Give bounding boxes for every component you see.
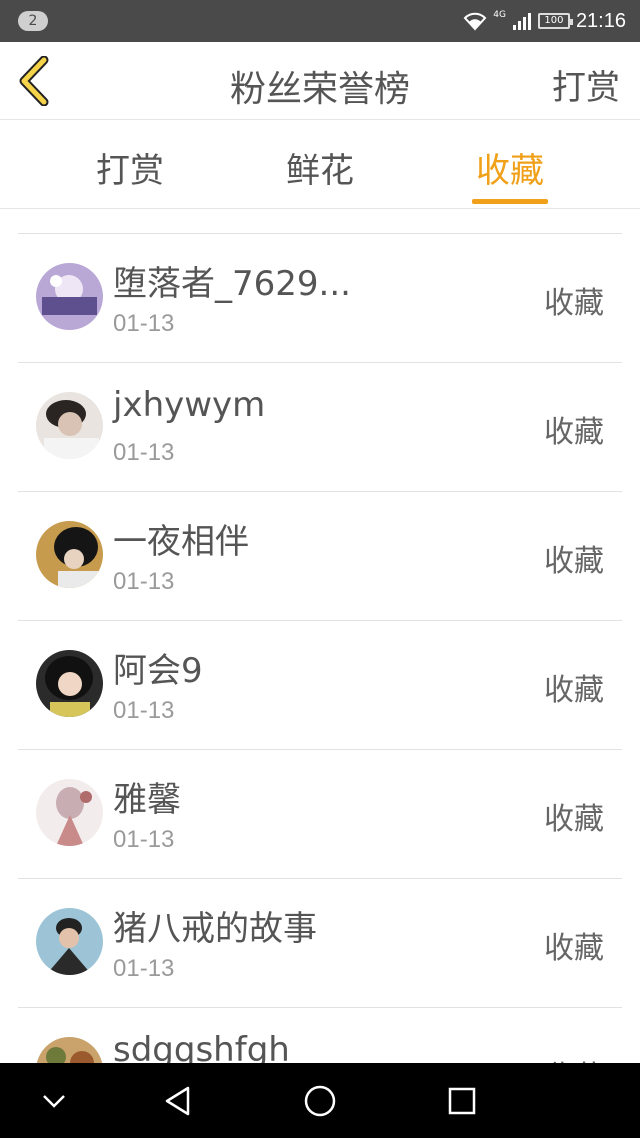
gift-type: 收藏	[544, 673, 604, 708]
page-title: 粉丝荣誉榜	[229, 69, 410, 110]
user-name: 雅馨	[113, 780, 181, 820]
list-item[interactable]: 阿会9 01-13 收藏	[18, 621, 622, 750]
recents-square-icon	[448, 1087, 476, 1115]
system-nav-bar	[0, 1063, 640, 1138]
header: 粉丝荣誉榜 打赏	[0, 42, 640, 120]
gift-type: 收藏	[544, 931, 604, 966]
nav-home-button[interactable]	[300, 1081, 340, 1121]
user-name: jxhywym	[113, 385, 266, 425]
user-name: 猪八戒的故事	[113, 909, 317, 949]
list-item[interactable]: sdgqshfgh 收藏	[18, 1008, 622, 1063]
battery-icon: 100	[537, 13, 573, 29]
home-circle-icon	[304, 1085, 336, 1117]
date: 01-13	[113, 955, 175, 982]
user-name: 一夜相伴	[113, 522, 249, 562]
tab-bar: 打赏 鲜花 收藏	[0, 121, 640, 209]
nav-recents-button[interactable]	[442, 1081, 482, 1121]
network-label: 4G	[493, 10, 506, 20]
date: 01-13	[113, 826, 175, 853]
avatar	[36, 392, 103, 459]
gift-type: 收藏	[544, 1052, 604, 1063]
list-item[interactable]: jxhywym 01-13 收藏	[18, 363, 622, 492]
wifi-icon	[463, 12, 487, 31]
date: 01-13	[113, 568, 175, 595]
status-bar: 2 4G 100 21:16	[0, 0, 640, 42]
avatar	[36, 779, 103, 846]
active-tab-indicator	[472, 199, 548, 204]
chevron-down-icon	[43, 1095, 65, 1108]
user-name: 堕落者_7629...	[113, 264, 351, 304]
user-name: 阿会9	[113, 651, 203, 691]
tab-reward[interactable]: 打赏	[70, 143, 190, 192]
nav-back-button[interactable]	[158, 1081, 198, 1121]
status-icons: 4G 100 21:16	[463, 8, 626, 34]
date: 01-13	[113, 439, 175, 466]
avatar	[36, 908, 103, 975]
user-name: sdgqshfgh	[113, 1030, 290, 1063]
gift-type: 收藏	[544, 544, 604, 579]
signal-icon	[512, 13, 531, 30]
tab-flowers[interactable]: 鲜花	[260, 143, 380, 192]
tab-favorites[interactable]: 收藏	[450, 143, 570, 192]
avatar	[36, 521, 103, 588]
list-item[interactable]: 堕落者_7629... 01-13 收藏	[18, 234, 622, 363]
gift-type: 收藏	[544, 286, 604, 321]
notification-badge: 2	[18, 11, 48, 31]
status-time: 21:16	[575, 9, 626, 32]
list-item[interactable]: 雅馨 01-13 收藏	[18, 750, 622, 879]
date: 01-13	[113, 697, 175, 724]
gift-type: 收藏	[544, 802, 604, 837]
hide-nav-button[interactable]	[34, 1081, 74, 1121]
avatar	[36, 1037, 103, 1063]
list-item[interactable]: 猪八戒的故事 01-13 收藏	[18, 879, 622, 1008]
back-triangle-icon	[165, 1086, 190, 1116]
avatar	[36, 650, 103, 717]
fan-list[interactable]: 堕落者_7629... 01-13 收藏 jxhywym 01-13 收藏 一夜…	[0, 209, 640, 1063]
date: 01-13	[113, 310, 175, 337]
list-item-partial	[18, 209, 622, 234]
gift-type: 收藏	[544, 415, 604, 450]
list-item[interactable]: 一夜相伴 01-13 收藏	[18, 492, 622, 621]
reward-button[interactable]: 打赏	[552, 60, 620, 109]
avatar	[36, 263, 103, 330]
